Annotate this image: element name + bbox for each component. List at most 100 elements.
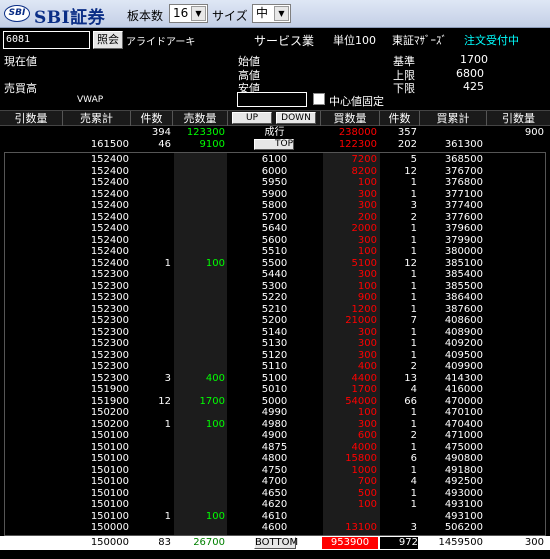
total-buy-cum: 1459500 (438, 537, 483, 548)
buy-qty: 1200 (351, 303, 377, 315)
buy-cum: 377600 (444, 211, 483, 223)
buy-count: 2 (410, 361, 417, 372)
order-book-row[interactable]: 150100 1 100 4610 493100 (0, 511, 550, 522)
buy-cum: 386400 (444, 292, 483, 303)
sell-count: 3 (164, 372, 171, 384)
order-book-row[interactable]: 152400 1 100 5500 5100 12 385100 (0, 258, 550, 269)
order-book-row[interactable]: 150100 4620 100 1 493100 (0, 499, 550, 510)
board-count-select[interactable]: 16 ▼ (169, 4, 208, 23)
board-count-label: 板本数 (127, 9, 164, 23)
buy-qty: 100 (357, 246, 377, 257)
buy-count: 12 (404, 165, 417, 177)
order-book-row[interactable]: 152300 5140 300 1 408900 (0, 327, 550, 338)
sell-cum: 150000 (90, 522, 129, 533)
price: 5200 (261, 315, 288, 326)
order-book-row[interactable]: 152300 5130 300 1 409200 (0, 338, 550, 349)
buy-count: 1 (410, 269, 417, 280)
buy-cum: 471000 (444, 430, 483, 441)
order-book-row[interactable]: 150100 4650 500 1 493000 (0, 488, 550, 499)
up-button[interactable]: UP (232, 112, 272, 124)
sell-cum: 152300 (90, 303, 129, 315)
col-sell-cum: 売累計 (63, 111, 131, 126)
base-price-value: 1700 (460, 53, 488, 66)
order-book-row[interactable]: 152300 5220 900 1 386400 (0, 292, 550, 303)
buy-count: 1 (410, 234, 417, 246)
buy-count: 1 (410, 223, 417, 234)
buy-qty: 300 (357, 349, 377, 361)
buy-count: 5 (410, 154, 417, 165)
order-book-row[interactable]: 150000 4600 13100 3 506200 (0, 522, 550, 533)
buy-cum: 385500 (444, 280, 483, 292)
sell-cum: 152400 (90, 188, 129, 200)
lower-limit-label: 下限 (393, 82, 415, 95)
order-book-row[interactable]: 152300 3 400 5100 4400 13 414300 (0, 373, 550, 384)
size-select[interactable]: 中 ▼ (252, 4, 291, 23)
order-book-row[interactable]: 152300 5210 1200 1 387600 (0, 304, 550, 315)
order-book-row[interactable]: 152400 5900 300 1 377100 (0, 189, 550, 200)
buy-qty: 8200 (351, 165, 377, 177)
buy-cum: 493100 (444, 510, 483, 522)
order-book-row[interactable]: 152400 5640 2000 1 379600 (0, 223, 550, 234)
total-sell-qty: 26700 (193, 537, 225, 548)
sell-cum: 150100 (90, 510, 129, 522)
buy-count: 1 (410, 441, 417, 453)
order-book-row[interactable]: 152400 5950 100 1 376800 (0, 177, 550, 188)
order-book-row[interactable]: 150100 4750 1000 1 491800 (0, 465, 550, 476)
lookup-button[interactable]: 照会 (93, 31, 123, 49)
buy-qty: 54000 (345, 395, 377, 407)
total-sell-cum: 150000 (90, 537, 129, 548)
buy-qty: 100 (357, 407, 377, 418)
order-book-row[interactable]: 152400 6100 7200 5 368500 (0, 154, 550, 165)
price: 4620 (261, 499, 288, 510)
price: 5110 (261, 361, 288, 372)
order-book-row[interactable]: 152400 5510 100 1 380000 (0, 246, 550, 257)
order-book-row[interactable]: 150200 4990 100 1 470100 (0, 407, 550, 418)
buy-qty: 500 (357, 487, 377, 499)
order-book-row[interactable]: 152300 5440 300 1 385400 (0, 269, 550, 280)
buy-count: 66 (404, 395, 417, 407)
buy-qty: 400 (357, 361, 377, 372)
buy-qty: 1000 (351, 464, 377, 476)
bottom-button[interactable]: BOTTOM (254, 537, 298, 549)
order-book-row[interactable]: 152400 5600 300 1 379900 (0, 235, 550, 246)
stock-code-input[interactable]: 6081 (3, 31, 90, 49)
order-book-row[interactable]: 151900 5010 1700 4 416000 (0, 384, 550, 395)
order-book-row[interactable]: 150100 4900 600 2 471000 (0, 430, 550, 441)
buy-cum: 409900 (444, 361, 483, 372)
buy-cum: 361300 (444, 139, 483, 150)
buy-cum: 493000 (444, 487, 483, 499)
vwap-label: VWAP (77, 95, 104, 105)
buy-count: 7 (410, 315, 417, 326)
buy-count: 2 (410, 211, 417, 223)
order-book-row[interactable]: 150100 4800 15800 6 490800 (0, 453, 550, 464)
buy-count: 3 (410, 522, 417, 533)
price: 5130 (261, 338, 288, 349)
order-book-row[interactable]: 151900 12 1700 5000 54000 66 470000 (0, 396, 550, 407)
order-book-row[interactable]: 150200 1 100 4980 300 1 470400 (0, 419, 550, 430)
sell-count: 1 (164, 257, 171, 269)
buy-count: 1 (410, 418, 417, 430)
buy-qty: 300 (357, 200, 377, 211)
sell-cum: 151900 (90, 395, 129, 407)
order-book-row[interactable]: 152300 5120 300 1 409500 (0, 350, 550, 361)
buy-count: 1 (410, 326, 417, 338)
sell-count: 1 (164, 418, 171, 430)
order-book-row[interactable]: 152400 6000 8200 12 376700 (0, 166, 550, 177)
top-row: 161500 46 9100 TOP 122300 202 361300 (0, 139, 550, 150)
col-sell-count: 件数 (131, 111, 173, 126)
order-book-row[interactable]: 152300 5200 21000 7 408600 (0, 315, 550, 326)
order-book-row[interactable]: 152400 5800 300 3 377400 (0, 200, 550, 211)
sell-cum: 150100 (90, 464, 129, 476)
order-book-row[interactable]: 150100 4700 700 4 492500 (0, 476, 550, 487)
order-book-row[interactable]: 152300 5110 400 2 409900 (0, 361, 550, 372)
order-book-row[interactable]: 152400 5700 200 2 377600 (0, 212, 550, 223)
buy-cum: 409200 (444, 338, 483, 349)
sbi-logo-badge: SBI (4, 5, 30, 22)
buy-cum: 470000 (444, 395, 483, 407)
order-book-row[interactable]: 150100 4875 4000 1 475000 (0, 442, 550, 453)
top-button[interactable]: TOP (254, 139, 294, 150)
order-book-row[interactable]: 152300 5300 100 1 385500 (0, 281, 550, 292)
buy-qty: 4400 (351, 372, 377, 384)
down-button[interactable]: DOWN (276, 112, 316, 124)
center-fix-checkbox[interactable] (313, 93, 325, 105)
